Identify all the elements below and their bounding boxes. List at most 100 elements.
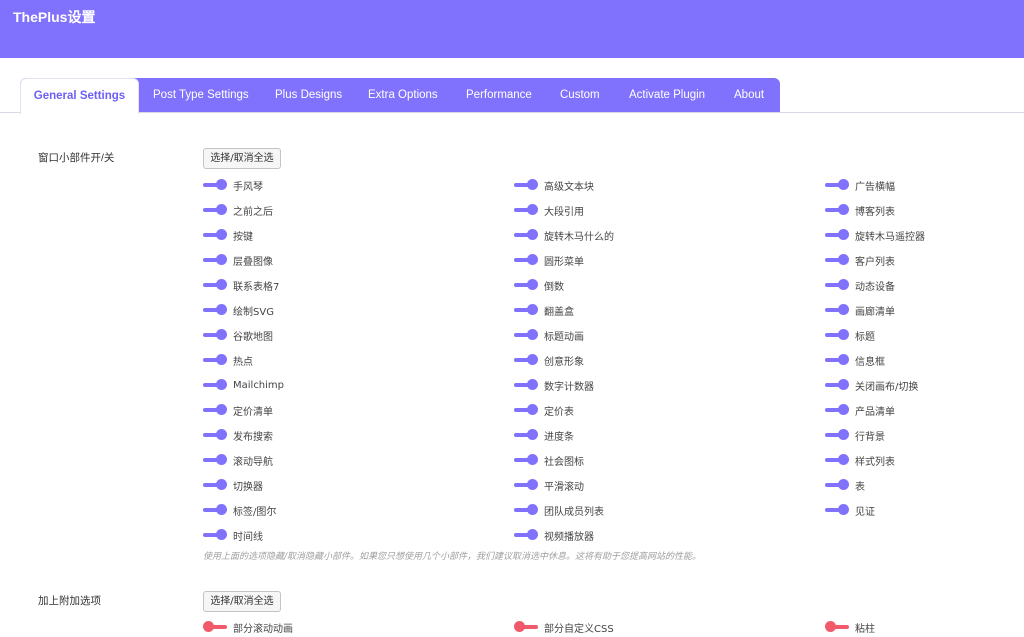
tab-plus-designs[interactable]: Plus Designs [275,78,342,113]
widget-0-8-toggle[interactable] [203,379,227,391]
top-header-bar [0,0,1024,58]
widget-2-3-row: 客户列表 [825,252,895,268]
widget-0-4-toggle[interactable] [203,279,227,291]
widget-0-5-label: 绘制SVG [233,306,274,318]
widget-2-6-toggle[interactable] [825,329,849,341]
toggle-knob [527,404,538,415]
widget-2-2-toggle[interactable] [825,229,849,241]
widget-1-2-toggle[interactable] [514,229,538,241]
widget-0-1-row: 之前之后 [203,202,273,218]
widget-1-1-toggle[interactable] [514,204,538,216]
extra-option-2-toggle[interactable] [825,621,849,633]
widget-2-5-toggle[interactable] [825,304,849,316]
toggle-knob [527,529,538,540]
widget-0-6-toggle[interactable] [203,329,227,341]
extra-option-0-toggle[interactable] [203,621,227,633]
widget-0-7-row: 热点 [203,352,253,368]
widget-2-8-toggle[interactable] [825,379,849,391]
widget-1-8-toggle[interactable] [514,379,538,391]
widget-0-0-toggle[interactable] [203,179,227,191]
widget-2-7-label: 信息框 [855,356,885,368]
widget-1-9-label: 定价表 [544,406,574,418]
tab-activate-plugin[interactable]: Activate Plugin [629,78,705,113]
widget-1-6-row: 标题动画 [514,327,584,343]
widget-1-5-toggle[interactable] [514,304,538,316]
toggle-knob [838,454,849,465]
tab-general-settings[interactable]: General Settings [20,78,139,114]
toggle-knob [838,204,849,215]
widget-0-13-toggle[interactable] [203,504,227,516]
widget-0-13-row: 标签/图尔 [203,502,276,518]
widget-1-6-toggle[interactable] [514,329,538,341]
toggle-knob [216,304,227,315]
toggle-knob [838,479,849,490]
widget-1-9-toggle[interactable] [514,404,538,416]
widget-1-7-toggle[interactable] [514,354,538,366]
widget-2-4-toggle[interactable] [825,279,849,291]
widget-2-1-toggle[interactable] [825,204,849,216]
toggle-knob [527,254,538,265]
widget-2-1-row: 博客列表 [825,202,895,218]
widget-1-12-toggle[interactable] [514,479,538,491]
widget-2-4-label: 动态设备 [855,281,895,293]
widgets-select-all-button[interactable]: 选择/取消全选 [203,148,281,169]
tab-post-type-settings[interactable]: Post Type Settings [153,78,249,113]
extra-option-1-toggle[interactable] [514,621,538,633]
widget-0-12-toggle[interactable] [203,479,227,491]
widget-0-1-toggle[interactable] [203,204,227,216]
extra-option-2-label: 粘柱 [855,623,875,635]
tab-performance[interactable]: Performance [466,78,532,113]
widget-2-12-toggle[interactable] [825,479,849,491]
widget-1-7-row: 创意形象 [514,352,584,368]
extras-select-all-button[interactable]: 选择/取消全选 [203,591,281,612]
widget-0-11-toggle[interactable] [203,454,227,466]
tab-extra-options[interactable]: Extra Options [368,78,438,113]
widget-0-10-row: 发布搜索 [203,427,273,443]
widget-1-11-toggle[interactable] [514,454,538,466]
widget-0-3-toggle[interactable] [203,254,227,266]
widget-1-0-label: 高级文本块 [544,181,594,193]
widget-1-3-toggle[interactable] [514,254,538,266]
widget-1-14-toggle[interactable] [514,529,538,541]
widget-2-2-label: 旋转木马遥控器 [855,231,925,243]
widget-0-9-toggle[interactable] [203,404,227,416]
widget-0-5-toggle[interactable] [203,304,227,316]
widget-2-10-toggle[interactable] [825,429,849,441]
toggle-knob [514,621,525,632]
widget-0-4-label: 联系表格7 [233,281,280,293]
widget-1-13-toggle[interactable] [514,504,538,516]
toggle-knob [527,304,538,315]
toggle-knob [216,279,227,290]
toggle-knob [838,229,849,240]
extra-option-2-row: 粘柱 [825,619,875,635]
widget-2-12-label: 表 [855,481,865,493]
widget-0-14-toggle[interactable] [203,529,227,541]
widget-1-0-row: 高级文本块 [514,177,594,193]
widget-0-11-label: 滚动导航 [233,456,273,468]
widget-2-8-label: 关闭画布/切换 [855,381,919,393]
toggle-knob [527,179,538,190]
widget-2-0-toggle[interactable] [825,179,849,191]
widget-2-8-row: 关闭画布/切换 [825,377,918,393]
app-title: ThePlus设置 [13,9,96,25]
widget-1-14-row: 视频播放器 [514,527,594,543]
widget-0-9-row: 定价清单 [203,402,273,418]
widget-1-0-toggle[interactable] [514,179,538,191]
widget-1-4-toggle[interactable] [514,279,538,291]
widget-0-7-toggle[interactable] [203,354,227,366]
toggle-knob [216,179,227,190]
widget-1-10-toggle[interactable] [514,429,538,441]
widget-2-13-toggle[interactable] [825,504,849,516]
toggle-knob [216,404,227,415]
widget-2-7-toggle[interactable] [825,354,849,366]
widget-1-7-label: 创意形象 [544,356,584,368]
widget-2-11-toggle[interactable] [825,454,849,466]
widget-0-10-toggle[interactable] [203,429,227,441]
widget-0-8-label: Mailchimp [233,379,285,391]
widget-1-4-label: 倒数 [544,281,564,293]
widget-2-3-toggle[interactable] [825,254,849,266]
widget-0-2-toggle[interactable] [203,229,227,241]
widget-2-9-toggle[interactable] [825,404,849,416]
tab-custom[interactable]: Custom [560,78,600,113]
tab-about[interactable]: About [734,78,764,113]
